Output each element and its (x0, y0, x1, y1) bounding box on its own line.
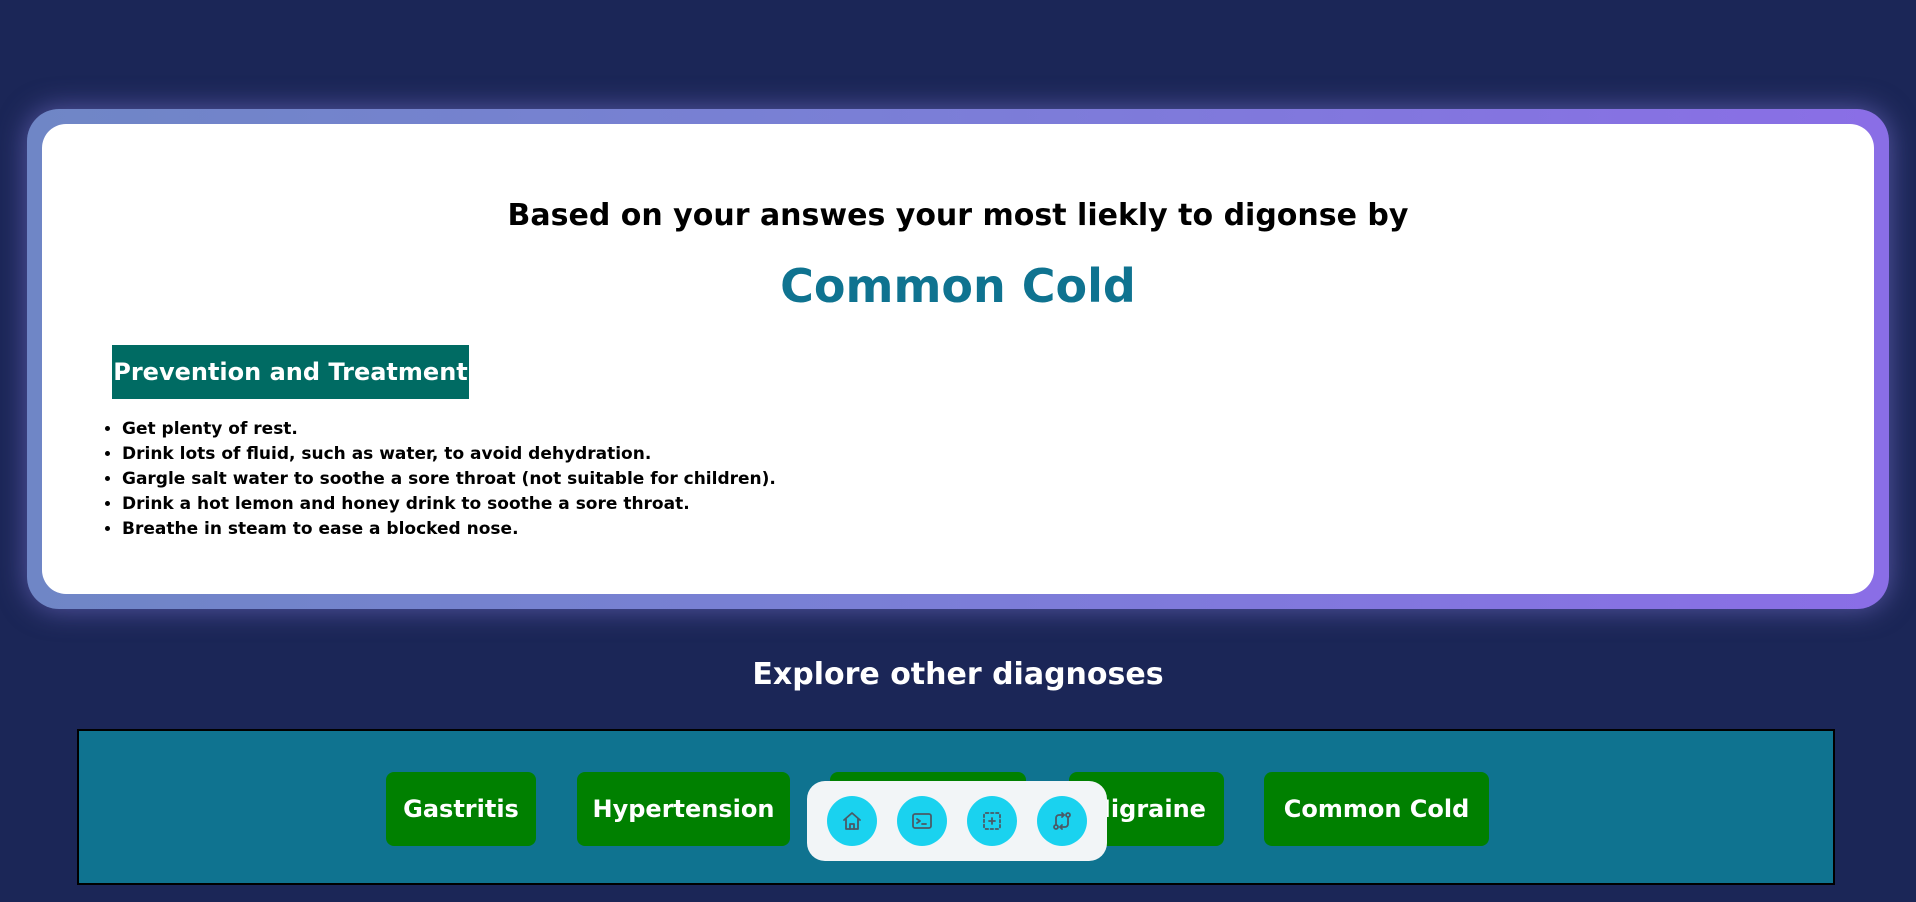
result-card-frame: Based on your answes your most liekly to… (27, 109, 1889, 609)
diagnosis-button-common-cold[interactable]: Common Cold (1264, 772, 1489, 846)
explore-heading: Explore other diagnoses (752, 657, 1164, 692)
diagnosis-button-hypertension[interactable]: Hypertension (577, 772, 790, 846)
select-button[interactable] (967, 796, 1017, 846)
terminal-button[interactable] (897, 796, 947, 846)
terminal-icon (912, 813, 932, 829)
list-item: Drink a hot lemon and honey drink to soo… (122, 492, 776, 517)
result-card: Based on your answes your most liekly to… (42, 124, 1874, 594)
result-intro: Based on your answes your most liekly to… (507, 198, 1409, 233)
swap-icon (1053, 812, 1071, 830)
prevention-heading: Prevention and Treatment (112, 345, 469, 399)
home-icon (843, 812, 861, 830)
floating-dock (807, 781, 1107, 861)
list-item: Breathe in steam to ease a blocked nose. (122, 517, 776, 542)
swap-button[interactable] (1037, 796, 1087, 846)
diagnosis-button-gastritis[interactable]: Gastritis (386, 772, 536, 846)
list-item: Drink lots of fluid, such as water, to a… (122, 442, 776, 467)
home-button[interactable] (827, 796, 877, 846)
list-item: Gargle salt water to soothe a sore throa… (122, 467, 776, 492)
select-icon (983, 812, 1001, 830)
tips-list: Get plenty of rest. Drink lots of fluid,… (79, 417, 776, 542)
list-item: Get plenty of rest. (122, 417, 776, 442)
diagnosis-title: Common Cold (780, 259, 1136, 313)
